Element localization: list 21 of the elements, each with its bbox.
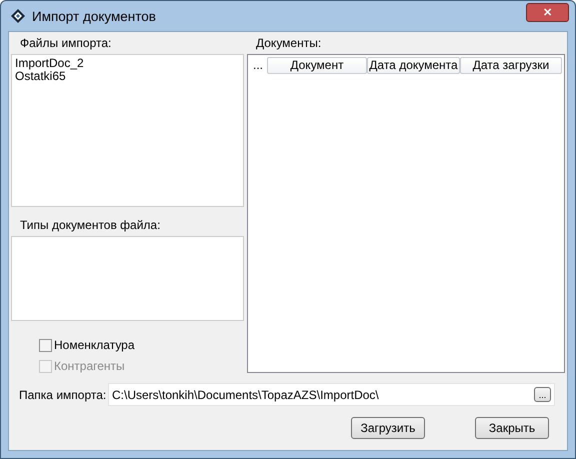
column-header[interactable]: Дата документа — [367, 57, 460, 74]
files-label: Файлы импорта: — [19, 35, 112, 52]
dialog-button[interactable]: Загрузить — [351, 417, 425, 439]
browse-button[interactable]: ... — [534, 387, 551, 402]
types-list[interactable] — [11, 236, 244, 321]
checkbox-label: Номенклатура — [54, 338, 135, 352]
diamond-icon — [10, 8, 26, 24]
dialog-button[interactable]: Закрыть — [475, 417, 549, 439]
file-item[interactable]: Ostatki65 — [15, 70, 240, 83]
file-item[interactable]: ImportDoc_2 — [15, 57, 240, 70]
files-list[interactable]: ImportDoc_2 Ostatki65 — [11, 54, 244, 207]
window-title: Импорт документов — [32, 8, 156, 24]
types-label: Типы документов файла: — [19, 216, 162, 234]
folder-label: Папка импорта: — [18, 388, 108, 402]
checkbox-label: Контрагенты — [54, 359, 125, 373]
documents-label: Документы: — [255, 35, 322, 52]
column-header[interactable]: Документ — [267, 57, 367, 74]
checkbox[interactable] — [39, 338, 52, 352]
column-header[interactable]: Дата загрузки — [460, 57, 562, 74]
folder-field[interactable]: C:\Users\tonkih\Documents\TopazAZS\ImportDoc\ ... — [108, 383, 555, 406]
close-button[interactable]: ✕ — [526, 2, 569, 22]
